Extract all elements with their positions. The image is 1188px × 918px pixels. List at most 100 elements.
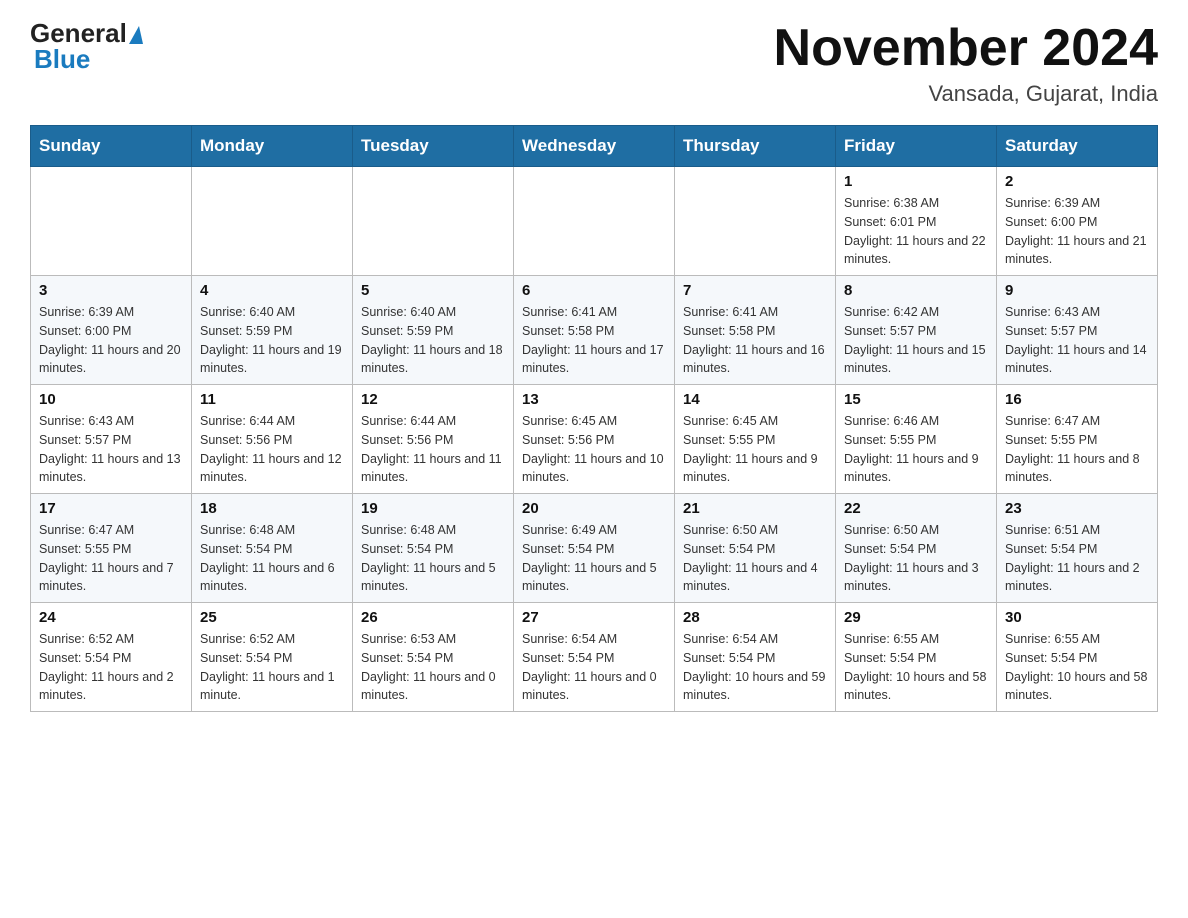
- logo: General Blue: [30, 20, 143, 72]
- day-info: Sunrise: 6:55 AMSunset: 5:54 PMDaylight:…: [1005, 630, 1149, 705]
- calendar-cell: 11Sunrise: 6:44 AMSunset: 5:56 PMDayligh…: [192, 385, 353, 494]
- logo-arrow-icon: [129, 26, 143, 44]
- calendar-cell: 12Sunrise: 6:44 AMSunset: 5:56 PMDayligh…: [353, 385, 514, 494]
- calendar-table: SundayMondayTuesdayWednesdayThursdayFrid…: [30, 125, 1158, 712]
- title-area: November 2024 Vansada, Gujarat, India: [774, 20, 1158, 107]
- day-info: Sunrise: 6:40 AMSunset: 5:59 PMDaylight:…: [200, 303, 344, 378]
- calendar-cell: 14 Sunrise: 6:45 AMSunset: 5:55 PMDayligh…: [675, 385, 836, 494]
- day-info: Sunrise: 6:38 AMSunset: 6:01 PMDaylight:…: [844, 194, 988, 269]
- calendar-cell: [192, 167, 353, 276]
- calendar-cell: 1Sunrise: 6:38 AMSunset: 6:01 PMDaylight…: [836, 167, 997, 276]
- weekday-header-row: SundayMondayTuesdayWednesdayThursdayFrid…: [31, 126, 1158, 167]
- calendar-cell: 2 Sunrise: 6:39 AMSunset: 6:00 PMDaylight…: [997, 167, 1158, 276]
- day-info: Sunrise: 6:39 AMSunset: 6:00 PMDaylight:…: [39, 303, 183, 378]
- calendar-cell: [514, 167, 675, 276]
- day-number: 2: [1005, 173, 1149, 190]
- calendar-cell: 16 Sunrise: 6:47 AMSunset: 5:55 PMDayligh…: [997, 385, 1158, 494]
- weekday-header-saturday: Saturday: [997, 126, 1158, 167]
- day-number: 25: [200, 609, 344, 626]
- day-info: Sunrise: 6:42 AMSunset: 5:57 PMDaylight:…: [844, 303, 988, 378]
- day-info: Sunrise: 6:41 AMSunset: 5:58 PMDaylight:…: [522, 303, 666, 378]
- day-info: Sunrise: 6:49 AMSunset: 5:54 PMDaylight:…: [522, 521, 666, 596]
- calendar-cell: 5 Sunrise: 6:40 AMSunset: 5:59 PMDaylight…: [353, 276, 514, 385]
- calendar-week-row: 10 Sunrise: 6:43 AMSunset: 5:57 PMDayligh…: [31, 385, 1158, 494]
- weekday-header-sunday: Sunday: [31, 126, 192, 167]
- day-number: 6: [522, 282, 666, 299]
- weekday-header-friday: Friday: [836, 126, 997, 167]
- day-number: 4: [200, 282, 344, 299]
- calendar-cell: 20 Sunrise: 6:49 AMSunset: 5:54 PMDayligh…: [514, 494, 675, 603]
- day-info: Sunrise: 6:39 AMSunset: 6:00 PMDaylight:…: [1005, 194, 1149, 269]
- day-number: 10: [39, 391, 183, 408]
- calendar-cell: 17Sunrise: 6:47 AMSunset: 5:55 PMDayligh…: [31, 494, 192, 603]
- calendar-cell: 15 Sunrise: 6:46 AMSunset: 5:55 PMDayligh…: [836, 385, 997, 494]
- day-number: 21: [683, 500, 827, 517]
- day-info: Sunrise: 6:41 AMSunset: 5:58 PMDaylight:…: [683, 303, 827, 378]
- day-number: 29: [844, 609, 988, 626]
- calendar-cell: 23Sunrise: 6:51 AMSunset: 5:54 PMDayligh…: [997, 494, 1158, 603]
- logo-text-blue: Blue: [34, 46, 90, 72]
- day-number: 14: [683, 391, 827, 408]
- weekday-header-monday: Monday: [192, 126, 353, 167]
- calendar-cell: 30 Sunrise: 6:55 AMSunset: 5:54 PMDayligh…: [997, 603, 1158, 712]
- calendar-cell: 9 Sunrise: 6:43 AMSunset: 5:57 PMDaylight…: [997, 276, 1158, 385]
- calendar-cell: 6 Sunrise: 6:41 AMSunset: 5:58 PMDaylight…: [514, 276, 675, 385]
- header: General Blue November 2024 Vansada, Guja…: [30, 20, 1158, 107]
- day-info: Sunrise: 6:50 AMSunset: 5:54 PMDaylight:…: [683, 521, 827, 596]
- day-number: 15: [844, 391, 988, 408]
- day-info: Sunrise: 6:50 AMSunset: 5:54 PMDaylight:…: [844, 521, 988, 596]
- calendar-cell: [353, 167, 514, 276]
- day-number: 18: [200, 500, 344, 517]
- calendar-cell: 19Sunrise: 6:48 AMSunset: 5:54 PMDayligh…: [353, 494, 514, 603]
- weekday-header-tuesday: Tuesday: [353, 126, 514, 167]
- calendar-title: November 2024: [774, 20, 1158, 77]
- day-info: Sunrise: 6:45 AMSunset: 5:56 PMDaylight:…: [522, 412, 666, 487]
- day-number: 3: [39, 282, 183, 299]
- day-info: Sunrise: 6:43 AMSunset: 5:57 PMDaylight:…: [39, 412, 183, 487]
- calendar-cell: 8 Sunrise: 6:42 AMSunset: 5:57 PMDaylight…: [836, 276, 997, 385]
- calendar-week-row: 24Sunrise: 6:52 AMSunset: 5:54 PMDayligh…: [31, 603, 1158, 712]
- day-number: 20: [522, 500, 666, 517]
- day-info: Sunrise: 6:55 AMSunset: 5:54 PMDaylight:…: [844, 630, 988, 705]
- weekday-header-thursday: Thursday: [675, 126, 836, 167]
- day-info: Sunrise: 6:53 AMSunset: 5:54 PMDaylight:…: [361, 630, 505, 705]
- day-number: 8: [844, 282, 988, 299]
- day-info: Sunrise: 6:47 AMSunset: 5:55 PMDaylight:…: [1005, 412, 1149, 487]
- day-number: 28: [683, 609, 827, 626]
- day-info: Sunrise: 6:44 AMSunset: 5:56 PMDaylight:…: [361, 412, 505, 487]
- day-info: Sunrise: 6:43 AMSunset: 5:57 PMDaylight:…: [1005, 303, 1149, 378]
- calendar-cell: 18Sunrise: 6:48 AMSunset: 5:54 PMDayligh…: [192, 494, 353, 603]
- calendar-cell: 10 Sunrise: 6:43 AMSunset: 5:57 PMDayligh…: [31, 385, 192, 494]
- calendar-week-row: 17Sunrise: 6:47 AMSunset: 5:55 PMDayligh…: [31, 494, 1158, 603]
- calendar-cell: [675, 167, 836, 276]
- calendar-week-row: 3 Sunrise: 6:39 AMSunset: 6:00 PMDaylight…: [31, 276, 1158, 385]
- calendar-cell: 22 Sunrise: 6:50 AMSunset: 5:54 PMDayligh…: [836, 494, 997, 603]
- calendar-cell: 27Sunrise: 6:54 AMSunset: 5:54 PMDayligh…: [514, 603, 675, 712]
- day-info: Sunrise: 6:46 AMSunset: 5:55 PMDaylight:…: [844, 412, 988, 487]
- day-number: 26: [361, 609, 505, 626]
- day-number: 11: [200, 391, 344, 408]
- day-number: 17: [39, 500, 183, 517]
- calendar-cell: 21 Sunrise: 6:50 AMSunset: 5:54 PMDayligh…: [675, 494, 836, 603]
- day-number: 9: [1005, 282, 1149, 299]
- calendar-cell: [31, 167, 192, 276]
- day-info: Sunrise: 6:52 AMSunset: 5:54 PMDaylight:…: [200, 630, 344, 705]
- day-info: Sunrise: 6:40 AMSunset: 5:59 PMDaylight:…: [361, 303, 505, 378]
- day-info: Sunrise: 6:45 AMSunset: 5:55 PMDaylight:…: [683, 412, 827, 487]
- day-number: 30: [1005, 609, 1149, 626]
- logo-text-general: General: [30, 20, 127, 46]
- day-number: 16: [1005, 391, 1149, 408]
- day-number: 13: [522, 391, 666, 408]
- calendar-cell: 25 Sunrise: 6:52 AMSunset: 5:54 PMDayligh…: [192, 603, 353, 712]
- calendar-cell: 26 Sunrise: 6:53 AMSunset: 5:54 PMDayligh…: [353, 603, 514, 712]
- calendar-cell: 4 Sunrise: 6:40 AMSunset: 5:59 PMDaylight…: [192, 276, 353, 385]
- day-number: 19: [361, 500, 505, 517]
- day-number: 5: [361, 282, 505, 299]
- calendar-cell: 29 Sunrise: 6:55 AMSunset: 5:54 PMDayligh…: [836, 603, 997, 712]
- day-number: 22: [844, 500, 988, 517]
- calendar-cell: 3 Sunrise: 6:39 AMSunset: 6:00 PMDaylight…: [31, 276, 192, 385]
- calendar-cell: 24Sunrise: 6:52 AMSunset: 5:54 PMDayligh…: [31, 603, 192, 712]
- day-info: Sunrise: 6:52 AMSunset: 5:54 PMDaylight:…: [39, 630, 183, 705]
- day-number: 27: [522, 609, 666, 626]
- day-number: 7: [683, 282, 827, 299]
